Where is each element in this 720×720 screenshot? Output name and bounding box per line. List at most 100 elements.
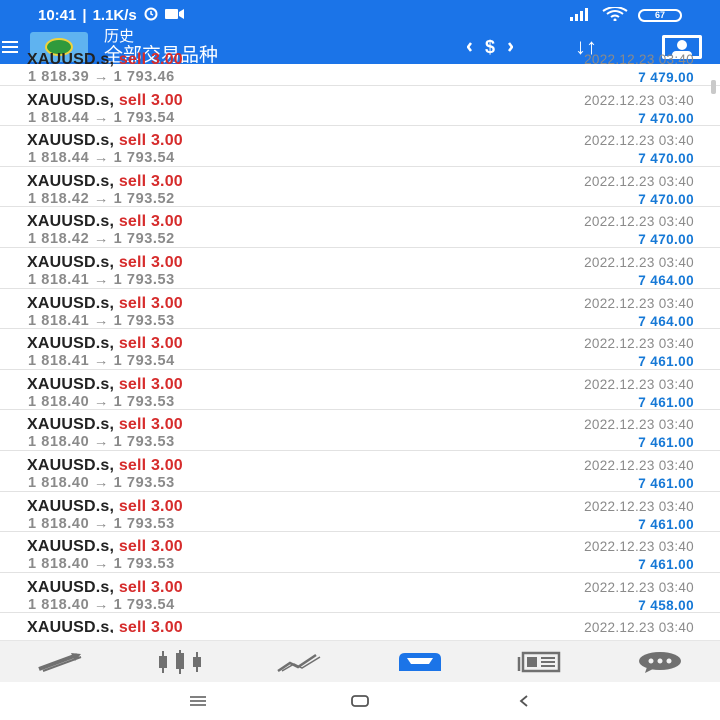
deal-side: sell 3.00 [118,51,183,68]
deal-profit: 7 464.00 [638,272,694,288]
close-price: 1 793.53 [113,271,175,288]
open-price: 1 818.41 [28,312,90,329]
arrow-icon: → [89,231,114,248]
deal-row[interactable]: XAUUSD.s, sell 3.00 1 818.42 → 1 793.52 20… [0,167,720,208]
deal-prices: 1 818.41 → 1 793.54 [28,353,175,369]
arrow-icon: → [89,434,114,451]
deal-profit: 7 461.00 [638,354,694,370]
video-icon [164,7,185,24]
open-price: 1 818.40 [28,556,90,573]
tab-chart[interactable] [120,641,240,682]
deal-symbol: XAUUSD.s, sell 3.00 [27,132,183,150]
close-price: 1 793.46 [113,69,175,85]
symbol-text: XAUUSD.s, [27,375,115,393]
open-price: 1 818.40 [28,596,90,613]
deal-row[interactable]: XAUUSD.s, sell 3.00 1 818.40 → 1 793.53 20… [0,370,720,411]
deal-side: sell 3.00 [118,538,183,556]
deal-time: 2022.12.23 03:40 [584,336,694,352]
deal-row[interactable]: XAUUSD.s, sell 3.00 1 818.44 → 1 793.54 20… [0,86,720,127]
deal-side: sell 3.00 [118,213,183,231]
back-icon[interactable] [504,690,544,712]
deal-time: 2022.12.23 03:40 [584,539,694,555]
deal-profit: 7 470.00 [638,232,694,248]
deal-prices: 1 818.40 → 1 793.54 [28,597,175,613]
deal-profit: 7 461.00 [638,557,694,573]
open-price: 1 818.44 [28,109,90,126]
open-price: 1 818.40 [28,434,90,451]
deal-prices: 1 818.42 → 1 793.52 [28,191,175,207]
scrollbar[interactable] [711,80,716,94]
deal-row[interactable]: XAUUSD.s, sell 3.00 1 818.40 → 1 793.53 20… [0,532,720,573]
trade-icon [277,653,321,672]
deal-row[interactable]: XAUUSD.s, sell 3.00 1 818.42 → 1 793.52 20… [0,207,720,248]
symbol-text: XAUUSD.s, [27,578,115,596]
deal-symbol: XAUUSD.s, sell 3.00 [27,173,183,191]
deal-symbol: XAUUSD.s, sell 3.00 [27,538,183,556]
symbol-text: XAUUSD.s, [27,51,115,68]
deal-side: sell 3.00 [118,619,183,633]
deal-side: sell 3.00 [118,91,183,109]
deal-time: 2022.12.23 03:40 [584,173,694,189]
arrow-icon: → [89,190,114,207]
deal-row[interactable]: XAUUSD.s, sell 3.00 1 818.40 → 1 793.53 20… [0,451,720,492]
deal-symbol: XAUUSD.s, sell 3.00 [27,416,183,434]
symbol-text: XAUUSD.s, [27,253,115,271]
deal-side: sell 3.00 [118,172,183,190]
tab-trade[interactable] [240,641,360,682]
deal-time: 2022.12.23 03:40 [584,579,694,595]
deal-row[interactable]: XAUUSD.s, sell 3.00 1 818.39 → 1 793.46 20… [0,45,720,86]
deal-symbol: XAUUSD.s, sell 3.00 [27,457,183,475]
tab-quotes[interactable] [0,641,120,682]
app-window: 10:41 | 1.1K/s 67 历史 全部交易品种 $ ↓↑ XAUUSD.… [0,0,720,720]
deal-row[interactable]: XAUUSD.s, sell 3.00 2022.12.23 03:40 [0,613,720,633]
arrow-icon: → [89,353,114,370]
deal-side: sell 3.00 [118,335,183,353]
wifi-icon [602,5,628,24]
deal-row[interactable]: XAUUSD.s, sell 3.00 1 818.40 → 1 793.53 20… [0,410,720,451]
deal-symbol: XAUUSD.s, sell 3.00 [27,619,183,633]
status-divider: | [82,6,87,24]
deal-row[interactable]: XAUUSD.s, sell 3.00 1 818.44 → 1 793.54 20… [0,126,720,167]
deal-time: 2022.12.23 03:40 [584,214,694,230]
home-icon[interactable] [340,690,380,712]
news-icon [517,651,561,672]
symbol-text: XAUUSD.s, [27,538,115,556]
deal-profit: 7 470.00 [638,191,694,207]
deal-prices: 1 818.40 → 1 793.53 [28,516,175,532]
system-nav-bar [0,682,720,720]
deal-row[interactable]: XAUUSD.s, sell 3.00 1 818.41 → 1 793.53 20… [0,248,720,289]
tab-history[interactable] [360,641,480,682]
deal-row[interactable]: XAUUSD.s, sell 3.00 1 818.41 → 1 793.53 20… [0,289,720,330]
recent-apps-icon[interactable] [178,690,218,712]
deal-row[interactable]: XAUUSD.s, sell 3.00 1 818.41 → 1 793.54 20… [0,329,720,370]
deal-prices: 1 818.39 → 1 793.46 [28,69,175,85]
history-icon [399,652,441,671]
history-list[interactable]: XAUUSD.s, sell 3.00 1 818.39 → 1 793.46 20… [0,45,720,633]
tab-messages[interactable] [600,641,720,682]
open-price: 1 818.40 [28,393,90,410]
tab-news[interactable] [480,641,600,682]
chart-icon [159,649,201,674]
deal-row[interactable]: XAUUSD.s, sell 3.00 1 818.40 → 1 793.54 20… [0,573,720,614]
close-price: 1 793.54 [113,596,175,613]
close-price: 1 793.54 [113,353,175,370]
close-price: 1 793.53 [113,556,175,573]
deal-side: sell 3.00 [118,294,183,312]
deal-time: 2022.12.23 03:40 [584,92,694,108]
deal-time: 2022.12.23 03:40 [584,295,694,311]
symbol-text: XAUUSD.s, [27,91,115,109]
close-price: 1 793.53 [113,393,175,410]
deal-prices: 1 818.40 → 1 793.53 [28,475,175,491]
deal-row[interactable]: XAUUSD.s, sell 3.00 1 818.40 → 1 793.53 20… [0,492,720,533]
deal-prices: 1 818.42 → 1 793.52 [28,231,175,247]
open-price: 1 818.41 [28,353,90,370]
bottom-tab-bar [0,640,720,682]
arrow-icon: → [89,271,114,288]
status-speed: 1.1K/s [92,6,137,24]
deal-symbol: XAUUSD.s, sell 3.00 [27,579,183,597]
arrow-icon: → [89,69,114,85]
arrow-icon: → [89,474,114,491]
deal-time: 2022.12.23 03:40 [584,457,694,473]
deal-time: 2022.12.23 03:40 [584,254,694,270]
arrow-icon: → [89,596,114,613]
